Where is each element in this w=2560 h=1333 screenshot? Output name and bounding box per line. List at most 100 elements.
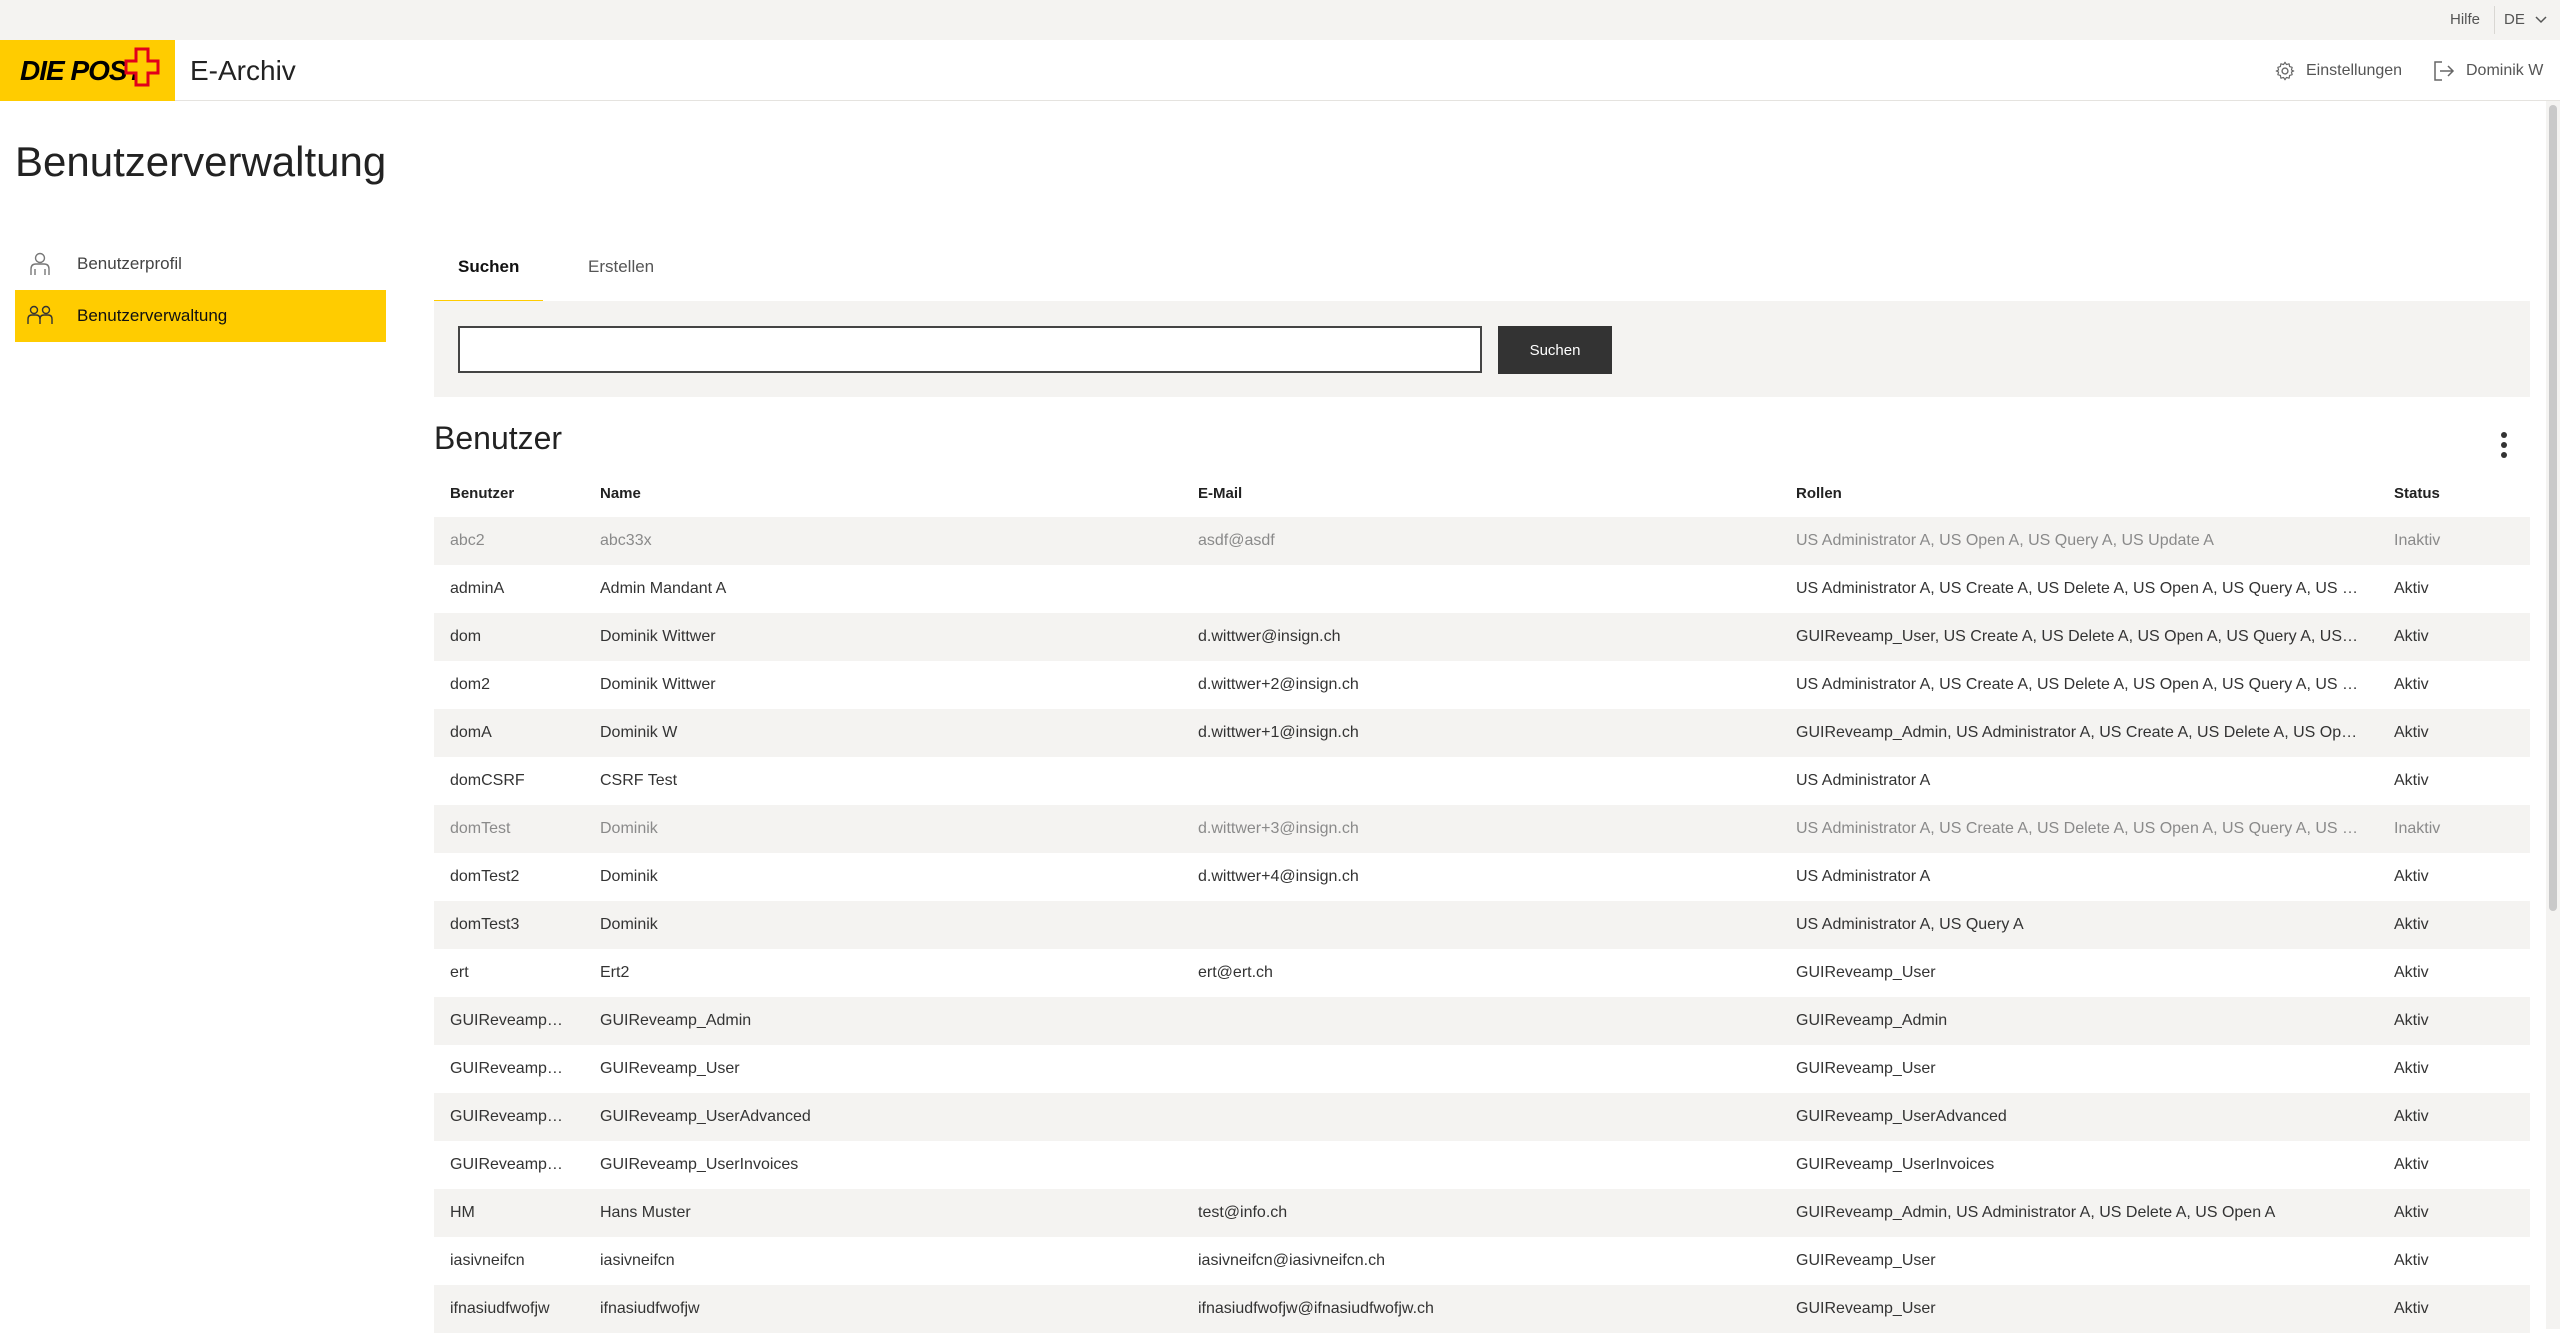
cell-name: Hans Muster — [584, 1189, 1182, 1237]
cell-roles: GUIReveamp_User — [1796, 1252, 1936, 1269]
cell-roles: US Administrator A, US Query A — [1780, 901, 2378, 949]
table-row[interactable]: iasivneifcn iasivneifcn iasivneifcn@iasivn… — [434, 1237, 2530, 1285]
cell-user: ifnasiudfwofjw — [434, 1285, 584, 1333]
column-header-benutzer[interactable]: Benutzer — [434, 469, 584, 517]
user-icon — [25, 249, 55, 279]
tab-bar: Suchen Erstellen — [434, 245, 2530, 304]
more-options-icon[interactable] — [2494, 428, 2514, 462]
table-row[interactable]: GUIReveamp_UserInvoices GUIReveamp_UserIn… — [434, 1141, 2530, 1189]
search-button[interactable]: Suchen — [1498, 326, 1612, 374]
gear-icon — [2275, 61, 2295, 80]
table-row[interactable]: domCSRF CSRF Test US Administrator A Aktiv — [434, 757, 2530, 805]
chevron-down-icon — [2535, 16, 2547, 24]
cell-status: Aktiv — [2378, 1285, 2530, 1333]
tab-erstellen[interactable]: Erstellen — [564, 245, 678, 301]
cell-status: Aktiv — [2394, 580, 2429, 597]
cell-status: Aktiv — [2378, 997, 2530, 1045]
logout-icon — [2434, 60, 2455, 81]
cell-email — [1182, 757, 1780, 805]
cell-user: GUIReveamp_User — [450, 1060, 584, 1077]
search-panel: Suchen — [434, 301, 2530, 397]
cell-roles: GUIReveamp_User — [1796, 1060, 1936, 1077]
cell-roles: GUIReveamp_Admin — [1780, 997, 2378, 1045]
help-link[interactable]: Hilfe — [2450, 0, 2480, 40]
cell-status: Aktiv — [2378, 901, 2530, 949]
cell-name: Admin Mandant A — [600, 580, 727, 597]
cell-name: iasivneifcn — [600, 1252, 675, 1269]
cell-status: Aktiv — [2394, 1060, 2429, 1077]
cell-email — [1182, 1093, 1780, 1141]
cell-name: GUIReveamp_Admin — [584, 997, 1182, 1045]
cell-roles: GUIReveamp_Admin, US Administrator A, US… — [1780, 1189, 2378, 1237]
table-row[interactable]: domTest2 Dominik d.wittwer+4@insign.ch US A… — [434, 853, 2530, 901]
table-row[interactable]: GUIReveamp_AdminGUIReveamp_AdminGUIRevea… — [434, 997, 2530, 1045]
post-logo[interactable]: DIE POST — [0, 40, 175, 101]
column-header-rollen[interactable]: Rollen — [1780, 469, 2378, 517]
cell-roles: GUIReveamp_User — [1796, 964, 1936, 981]
cell-email: d.wittwer+2@insign.ch — [1198, 676, 1359, 693]
list-title: Benutzer — [434, 420, 563, 456]
search-input[interactable] — [458, 326, 1482, 373]
table-header-row: Benutzer Name E-Mail Rollen Status — [434, 469, 2530, 517]
cell-status: Aktiv — [2394, 868, 2429, 885]
language-value: DE — [2504, 11, 2525, 28]
settings-button[interactable]: Einstellungen — [2274, 40, 2402, 101]
cell-name: GUIReveamp_UserInvoices — [600, 1156, 799, 1173]
cell-user: domCSRF — [450, 772, 525, 789]
language-selector[interactable]: DE — [2504, 0, 2547, 40]
sidebar-item-benutzerverwaltung[interactable]: Benutzerverwaltung — [15, 290, 386, 342]
cell-email — [1182, 1141, 1780, 1189]
table-row[interactable]: GUIReveamp_User GUIReveamp_User GUIReveamp… — [434, 1045, 2530, 1093]
table-row[interactable]: adminA Admin Mandant A US Administrator A,… — [434, 565, 2530, 613]
cell-user: domA — [434, 709, 584, 757]
column-header-email[interactable]: E-Mail — [1182, 469, 1780, 517]
sidebar-item-benutzerprofil[interactable]: Benutzerprofil — [15, 238, 386, 290]
cell-email — [1182, 997, 1780, 1045]
cell-user: abc2 — [434, 517, 584, 565]
cell-email: d.wittwer+3@insign.ch — [1182, 805, 1780, 853]
cell-roles: US Administrator A — [1796, 868, 1931, 885]
table-row[interactable]: dom2 Dominik Wittwer d.wittwer+2@insign.ch… — [434, 661, 2530, 709]
cell-status: Aktiv — [2378, 1093, 2530, 1141]
page-title: Benutzerverwaltung — [15, 138, 387, 185]
cell-name: Dominik — [584, 805, 1182, 853]
cell-roles: US Administrator A — [1796, 772, 1931, 789]
cell-email: iasivneifcn@iasivneifcn.ch — [1198, 1252, 1385, 1269]
cell-name: Dominik — [600, 868, 658, 885]
cell-status: Aktiv — [2394, 1156, 2429, 1173]
table-row[interactable]: ifnasiudfwofjw ifnasiudfwofjw ifnasiudfwof… — [434, 1285, 2530, 1333]
cell-email: d.wittwer+4@insign.ch — [1198, 868, 1359, 885]
cell-roles: GUIReveamp_UserAdvanced — [1780, 1093, 2378, 1141]
cell-email: test@info.ch — [1182, 1189, 1780, 1237]
table-row[interactable]: domTest Dominik d.wittwer+3@insign.ch US Ad… — [434, 805, 2530, 853]
app-header: DIE POST E-Archiv Einstellungen Dominik … — [0, 40, 2560, 101]
table-row[interactable]: HM Hans Muster test@info.ch GUIReveamp_Admi… — [434, 1189, 2530, 1237]
table-row[interactable]: dom Dominik Wittwer d.wittwer@insign.ch GUI… — [434, 613, 2530, 661]
column-header-name[interactable]: Name — [584, 469, 1182, 517]
cell-user: GUIReveamp_UserInvoices — [450, 1156, 584, 1173]
table-row[interactable]: domA Dominik Wd.wittwer+1@insign.ch GUIRev… — [434, 709, 2530, 757]
cell-user: dom — [434, 613, 584, 661]
scrollbar-thumb[interactable] — [2549, 105, 2557, 911]
table-row[interactable]: GUIReveamp_UserAdvancedGUIReveamp_UserAd… — [434, 1093, 2530, 1141]
cell-name: Dominik W — [584, 709, 1182, 757]
cell-roles: US Administrator A, US Create A, US Dele… — [1796, 580, 2378, 597]
cell-user: domTest3 — [434, 901, 584, 949]
cell-status: Inaktiv — [2378, 805, 2530, 853]
table-row[interactable]: domTest3 Dominik US Administrator A, US Qu… — [434, 901, 2530, 949]
table-row[interactable]: ert Ert2 ert@ert.ch GUIReveamp_User Aktiv — [434, 949, 2530, 997]
logout-button[interactable]: Dominik W — [2432, 40, 2543, 101]
utility-bar: Hilfe DE — [0, 0, 2560, 40]
cell-roles: GUIReveamp_User — [1780, 1285, 2378, 1333]
cell-roles: US Administrator A, US Create A, US Dele… — [1796, 676, 2378, 693]
table-row[interactable]: abc2 abc33x asdf@asdf US Administrator A, U… — [434, 517, 2530, 565]
cell-name: ifnasiudfwofjw — [584, 1285, 1182, 1333]
column-header-status[interactable]: Status — [2378, 469, 2530, 517]
tab-suchen[interactable]: Suchen — [434, 245, 544, 304]
cell-user: dom2 — [450, 676, 491, 693]
user-name: Dominik W — [2466, 61, 2544, 79]
cell-name: Dominik Wittwer — [600, 676, 716, 693]
cell-email: ert@ert.ch — [1198, 964, 1273, 981]
cell-user: adminA — [450, 580, 505, 597]
page-scrollbar[interactable] — [2546, 101, 2560, 1329]
